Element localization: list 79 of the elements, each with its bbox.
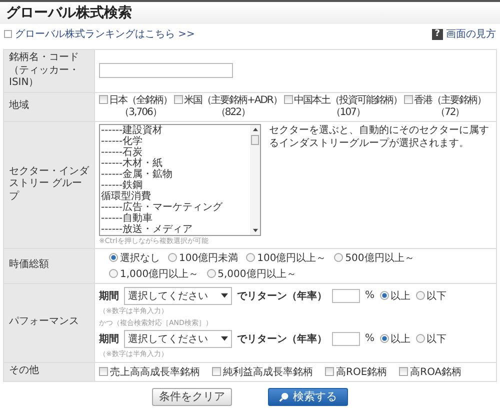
- checkbox-label: 高ROE銘柄: [336, 366, 388, 378]
- field-label: 銘柄名・コード （ティッカー・ISIN）: [4, 50, 94, 92]
- return-input[interactable]: [332, 332, 360, 346]
- list-item[interactable]: ------自動車: [100, 212, 250, 224]
- checkbox[interactable]: [212, 367, 221, 376]
- checkbox-label: 高ROA銘柄: [410, 366, 462, 378]
- field-label: 地域: [9, 100, 29, 112]
- list-item[interactable]: ------建設資材: [100, 124, 250, 136]
- radio-label: 5,000億円以上～: [218, 268, 296, 280]
- page-title: グローバル株式検索: [6, 5, 132, 21]
- radio-button[interactable]: [416, 334, 425, 343]
- radio-button[interactable]: [380, 291, 389, 300]
- sector-description: セクターを選ぶと、自動的にそのセクターに属するインダストリーグループが選択されます。: [269, 124, 490, 150]
- ranking-link[interactable]: グローバル株式ランキングはこちら >>: [4, 27, 195, 41]
- checkbox[interactable]: [99, 367, 108, 376]
- radio-label: 以下: [426, 290, 447, 302]
- checkbox-label: 中国本土（投資可能銘柄） （107）: [294, 94, 402, 118]
- radio-button[interactable]: [380, 334, 389, 343]
- checkbox-label: 純利益高成長率銘柄: [223, 366, 313, 378]
- checkbox[interactable]: [99, 94, 108, 104]
- field-label: 時価総額: [9, 259, 49, 270]
- list-item[interactable]: ------金属・鉱物: [100, 168, 250, 180]
- list-item[interactable]: ------放送・メディア: [100, 224, 250, 234]
- scroll-up-icon[interactable]: [252, 126, 258, 132]
- checkbox[interactable]: [325, 367, 334, 376]
- checkbox-label: 香港（主要銘柄） （72）: [414, 94, 486, 118]
- checkbox-label: 米国（主要銘柄+ADR） （822）: [184, 94, 282, 118]
- radio-label: 100億円以上～: [257, 252, 326, 264]
- checkbox-label: 売上高高成長率銘柄: [110, 366, 200, 378]
- radio-label: 選択なし: [120, 252, 160, 264]
- radio-label: 以上: [390, 290, 411, 302]
- name-code-input[interactable]: [99, 63, 233, 78]
- radio-button[interactable]: [168, 253, 177, 262]
- radio-label: 以上: [390, 332, 411, 346]
- period-label: 期間: [99, 332, 119, 346]
- field-label: セクター・インダストリー グループ: [9, 166, 89, 202]
- scrollbar-thumb[interactable]: [251, 134, 259, 144]
- search-button[interactable]: 検索する: [268, 388, 348, 406]
- unit-label: %: [365, 290, 375, 301]
- period-select[interactable]: 選択してください: [124, 286, 232, 304]
- caret-icon: [221, 293, 228, 298]
- square-icon: [4, 30, 12, 38]
- radio-button[interactable]: [416, 291, 425, 300]
- radio-label: 以下: [426, 332, 447, 346]
- checkbox[interactable]: [174, 94, 183, 104]
- radio-button[interactable]: [109, 269, 118, 278]
- field-label: パフォーマンス: [9, 316, 79, 328]
- checkbox[interactable]: [404, 94, 413, 104]
- radio-label: 500億円以上～: [345, 252, 414, 264]
- checkbox[interactable]: [399, 367, 408, 376]
- period-label: 期間: [99, 290, 119, 302]
- radio-button[interactable]: [206, 269, 216, 278]
- list-item[interactable]: ------広告・マーケティング: [100, 202, 250, 212]
- list-item[interactable]: ------木材・紙: [100, 158, 250, 168]
- list-item[interactable]: 循環型消費: [100, 190, 250, 202]
- scroll-down-icon[interactable]: [252, 228, 258, 232]
- list-item[interactable]: ------鉄鋼: [100, 180, 250, 190]
- help-icon: ?: [432, 28, 443, 40]
- return-label: でリターン（年率）: [237, 332, 327, 346]
- field-label: その他: [9, 365, 39, 376]
- radio-button[interactable]: [246, 253, 256, 262]
- caret-icon: [221, 336, 228, 341]
- search-icon: [279, 392, 289, 402]
- period-select[interactable]: 選択してください: [124, 330, 232, 348]
- radio-label: 100億円未満: [179, 252, 238, 264]
- scrollbar[interactable]: [250, 124, 260, 234]
- list-item[interactable]: ------化学: [100, 136, 250, 146]
- list-item[interactable]: ------石炭: [100, 146, 250, 158]
- return-input[interactable]: [332, 288, 360, 302]
- sector-listbox[interactable]: ------建設資材 ------化学 ------石炭 ------木材・紙 ------金属・鉱物 ------鉄鋼 循環型消費 ------広告・マーケティング ------自動車 ------放送・メディア: [99, 124, 261, 236]
- checkbox-label: 日本（全銘柄） （3,706）: [109, 94, 172, 118]
- radio-label: 1,000億円以上～: [120, 268, 199, 280]
- help-link[interactable]: 画面の見方: [446, 27, 496, 41]
- return-label: でリターン（年率）: [237, 289, 327, 302]
- radio-button[interactable]: [109, 253, 118, 262]
- checkbox[interactable]: [284, 94, 293, 104]
- radio-button[interactable]: [334, 253, 344, 262]
- clear-button[interactable]: 条件をクリア: [152, 388, 232, 406]
- unit-label: %: [365, 333, 375, 344]
